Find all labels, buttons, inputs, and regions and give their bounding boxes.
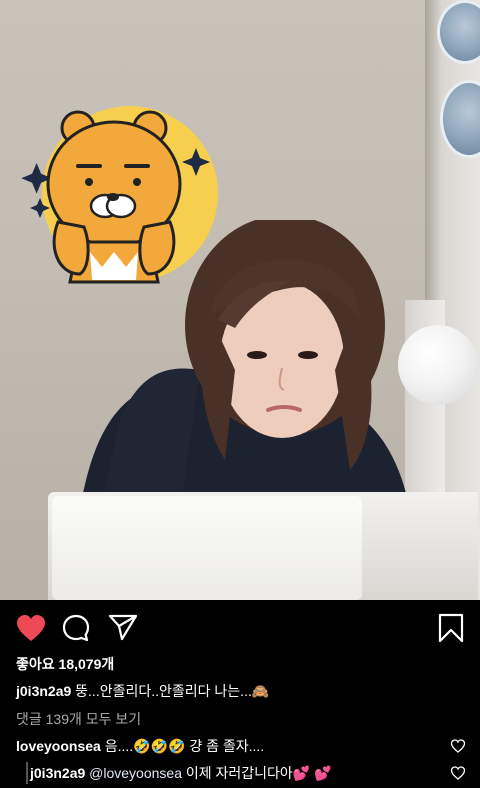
caption-text: 뚱...안졸리다..안졸리다 나는...🙈 bbox=[75, 683, 270, 699]
heart-filled-icon[interactable] bbox=[16, 614, 46, 642]
view-all-comments-link[interactable]: 댓글 139개 모두 보기 bbox=[16, 710, 141, 728]
comment-bubble-icon[interactable] bbox=[62, 614, 90, 642]
reply-mention[interactable]: @loveyoonsea bbox=[89, 765, 182, 781]
post-photo[interactable] bbox=[0, 0, 480, 600]
reply-username[interactable]: j0i3n2a9 bbox=[30, 765, 85, 781]
caption-username[interactable]: j0i3n2a9 bbox=[16, 683, 71, 699]
reply-indicator-bar bbox=[26, 762, 28, 784]
caption: j0i3n2a9 뚱...안졸리다..안졸리다 나는...🙈 bbox=[16, 682, 269, 700]
ryan-character-sticker bbox=[21, 106, 218, 284]
paper-plane-icon[interactable] bbox=[108, 613, 138, 641]
reply-item: j0i3n2a9 @loveyoonsea 이제 자러갑니다아💕 💕 bbox=[30, 764, 332, 782]
reply-text: 이제 자러갑니다아💕 💕 bbox=[185, 765, 332, 781]
paper-roll bbox=[52, 496, 362, 600]
comment-like-heart-icon[interactable] bbox=[450, 739, 466, 753]
light-bulb bbox=[398, 325, 478, 405]
comment-username[interactable]: loveyoonsea bbox=[16, 738, 101, 754]
comment-item: loveyoonsea 음....🤣🤣🤣 걍 좀 졸자.... bbox=[16, 737, 264, 755]
bookmark-icon[interactable] bbox=[438, 613, 464, 643]
comment-text: 음....🤣🤣🤣 걍 좀 졸자.... bbox=[104, 738, 265, 754]
likes-count[interactable]: 좋아요 18,079개 bbox=[16, 655, 114, 673]
reply-like-heart-icon[interactable] bbox=[450, 766, 466, 780]
